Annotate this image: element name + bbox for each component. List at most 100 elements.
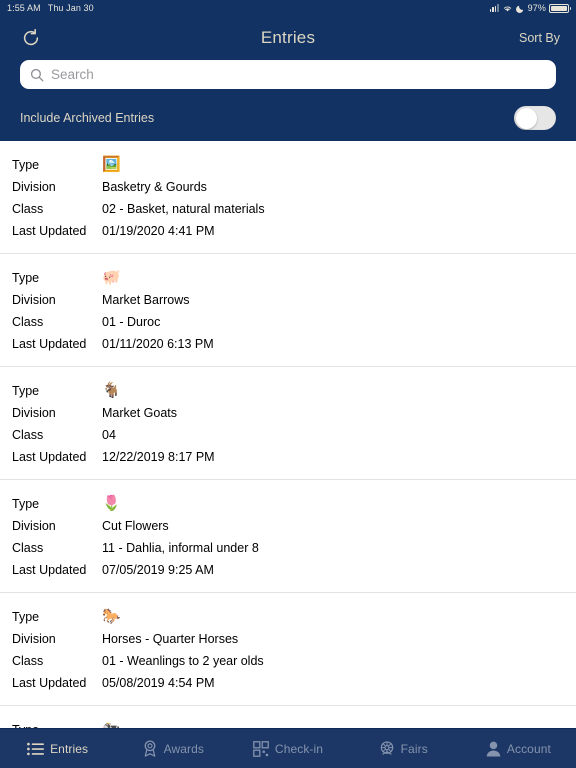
entry-last-updated-line: Last Updated 12/22/2019 8:17 PM xyxy=(0,446,576,468)
status-bar-left: 1:55 AM Thu Jan 30 xyxy=(7,3,94,13)
tab-account[interactable]: Account xyxy=(461,729,576,768)
entry-last-updated-value: 07/05/2019 9:25 AM xyxy=(102,563,214,577)
cellular-signal-icon xyxy=(489,4,499,12)
tab-bar: Entries Awards Check-in Fairs Account xyxy=(0,728,576,768)
entry-division-value: Cut Flowers xyxy=(102,519,169,533)
status-date: Thu Jan 30 xyxy=(47,3,94,13)
list-item[interactable]: Type 🌷 Division Cut Flowers Class 11 - D… xyxy=(0,480,576,593)
field-label-last-updated: Last Updated xyxy=(12,676,87,690)
field-label-type: Type xyxy=(12,271,40,285)
field-label-type: Type xyxy=(12,384,40,398)
entry-type-line: Type 🐐 xyxy=(0,379,576,402)
tab-entries[interactable]: Entries xyxy=(0,729,115,768)
entry-class-line: Class 04 xyxy=(0,424,576,446)
field-label-class: Class xyxy=(12,541,44,555)
list-item[interactable]: Type 🐖 Division Market Barrows Class 01 … xyxy=(0,254,576,367)
entry-class-line: Class 02 - Basket, natural materials xyxy=(0,198,576,220)
field-label-division: Division xyxy=(12,406,56,420)
field-label-last-updated: Last Updated xyxy=(12,224,87,238)
toggle-knob xyxy=(515,107,537,129)
entry-class-value: 01 - Duroc xyxy=(102,315,161,329)
list-icon xyxy=(27,742,45,756)
entry-class-value: 11 - Dahlia, informal under 8 xyxy=(102,541,259,555)
entry-class-line: Class 01 - Duroc xyxy=(0,311,576,333)
entry-type-line: Type 🌷 xyxy=(0,492,576,515)
wifi-icon xyxy=(502,4,513,13)
field-label-division: Division xyxy=(12,632,56,646)
entry-last-updated-value: 01/19/2020 4:41 PM xyxy=(102,224,215,238)
entry-division-line: Division Cut Flowers xyxy=(0,515,576,537)
field-label-type: Type xyxy=(12,610,40,624)
field-label-last-updated: Last Updated xyxy=(12,563,87,577)
person-icon xyxy=(486,741,501,757)
entry-division-value: Horses - Quarter Horses xyxy=(102,632,239,646)
entry-last-updated-value: 05/08/2019 4:54 PM xyxy=(102,676,215,690)
entry-type-line: Type 🐎 xyxy=(0,605,576,628)
status-bar-right: 97% xyxy=(489,3,571,13)
entries-list[interactable]: Type 🖼️ Division Basketry & Gourds Class… xyxy=(0,141,576,728)
entry-division-line: Division Market Barrows xyxy=(0,289,576,311)
status-bar: 1:55 AM Thu Jan 30 97% xyxy=(0,0,576,16)
refresh-icon xyxy=(21,28,41,48)
goat-icon: 🐐 xyxy=(102,381,121,399)
entry-last-updated-value: 01/11/2020 6:13 PM xyxy=(102,337,214,351)
entry-class-value: 01 - Weanlings to 2 year olds xyxy=(102,654,264,668)
include-archived-label: Include Archived Entries xyxy=(20,111,155,125)
tab-label-awards: Awards xyxy=(163,741,204,756)
include-archived-toggle[interactable] xyxy=(514,106,556,130)
search-icon xyxy=(30,68,44,82)
tab-fairs[interactable]: Fairs xyxy=(346,729,461,768)
qr-code-icon xyxy=(253,740,269,757)
field-label-last-updated: Last Updated xyxy=(12,450,87,464)
battery-icon xyxy=(549,3,571,13)
search-container xyxy=(0,60,576,101)
field-label-division: Division xyxy=(12,180,56,194)
list-item[interactable]: Type 🐎 Division Horses - Quarter Horses … xyxy=(0,593,576,706)
field-label-type: Type xyxy=(12,158,40,172)
header: Entries Sort By Include Archived Entries xyxy=(0,16,576,141)
pig-icon: 🐖 xyxy=(102,268,121,286)
tab-label-check-in: Check-in xyxy=(274,741,324,756)
field-label-division: Division xyxy=(12,519,56,533)
entry-last-updated-line: Last Updated 01/11/2020 6:13 PM xyxy=(0,333,576,355)
entry-division-value: Market Goats xyxy=(102,406,178,420)
entry-class-value: 04 xyxy=(102,428,116,442)
ferris-wheel-icon xyxy=(379,740,395,757)
field-label-type: Type xyxy=(12,497,40,511)
entry-division-line: Division Market Goats xyxy=(0,402,576,424)
include-archived-row: Include Archived Entries xyxy=(0,101,576,135)
entry-class-line: Class 01 - Weanlings to 2 year olds xyxy=(0,650,576,672)
entry-class-value: 02 - Basket, natural materials xyxy=(102,202,265,216)
entry-last-updated-value: 12/22/2019 8:17 PM xyxy=(102,450,215,464)
refresh-button[interactable] xyxy=(16,23,46,53)
battery-percent: 97% xyxy=(527,3,546,13)
award-ribbon-icon xyxy=(142,740,158,757)
entry-type-line: Type 🖼️ xyxy=(0,153,576,176)
field-label-class: Class xyxy=(12,202,44,216)
entry-last-updated-line: Last Updated 07/05/2019 9:25 AM xyxy=(0,559,576,581)
nav-bar: Entries Sort By xyxy=(0,16,576,60)
entry-class-line: Class 11 - Dahlia, informal under 8 xyxy=(0,537,576,559)
tulip-icon: 🌷 xyxy=(102,494,121,512)
sort-by-button[interactable]: Sort By xyxy=(519,31,560,45)
list-item[interactable]: Type 🐐 Division Market Goats Class 04 La… xyxy=(0,367,576,480)
app-root: 1:55 AM Thu Jan 30 97% Entries Sort By S… xyxy=(0,0,576,768)
list-item[interactable]: Type 🖼️ Division Basketry & Gourds Class… xyxy=(0,141,576,254)
field-label-class: Class xyxy=(12,428,44,442)
status-time: 1:55 AM xyxy=(7,3,41,13)
horse-icon: 🐎 xyxy=(102,607,121,625)
tab-label-account: Account xyxy=(506,741,551,756)
list-item[interactable]: Type 🐄 Division Junior Heifers Class 01 … xyxy=(0,706,576,728)
moon-icon xyxy=(515,4,525,13)
page-title: Entries xyxy=(260,28,316,47)
entry-division-value: Basketry & Gourds xyxy=(102,180,207,194)
entry-type-line: Type 🐄 xyxy=(0,718,576,728)
entry-last-updated-line: Last Updated 05/08/2019 4:54 PM xyxy=(0,672,576,694)
tab-label-entries: Entries xyxy=(50,741,89,756)
entry-division-value: Market Barrows xyxy=(102,293,190,307)
tab-check-in[interactable]: Check-in xyxy=(230,729,345,768)
search-input[interactable] xyxy=(51,67,546,82)
search-box[interactable] xyxy=(20,60,556,89)
field-label-class: Class xyxy=(12,315,44,329)
tab-awards[interactable]: Awards xyxy=(115,729,230,768)
